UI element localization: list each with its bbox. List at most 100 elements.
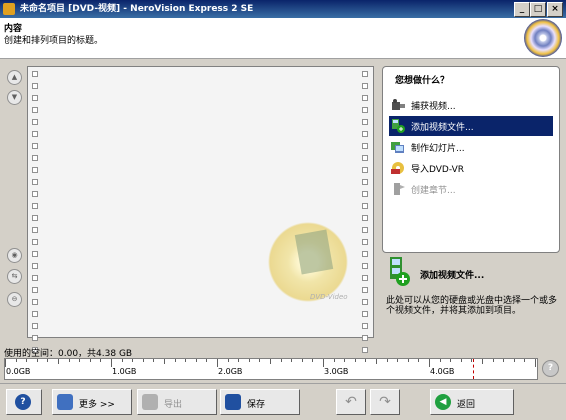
ruler-tick: [471, 359, 472, 362]
film-perforation-hole: [32, 107, 38, 113]
capacity-limit-marker: [473, 359, 474, 379]
export-icon: [142, 394, 158, 410]
ruler-tick: [238, 359, 239, 362]
ruler-tick: [26, 359, 27, 362]
ruler-tick: [514, 359, 515, 362]
redo-button[interactable]: ↷: [370, 389, 400, 415]
film-perforation-hole: [362, 155, 368, 161]
minimize-button[interactable]: _: [514, 2, 530, 17]
ruler-label: 2.0GB: [218, 367, 243, 376]
maximize-button[interactable]: □: [530, 2, 546, 17]
film-perforation-hole: [32, 215, 38, 221]
film-perforation-hole: [362, 215, 368, 221]
ruler-tick: [90, 359, 91, 362]
film-perforation-hole: [32, 203, 38, 209]
ruler-tick: [302, 359, 303, 362]
action-label: 导入DVD-VR: [411, 165, 464, 175]
ruler-tick: [249, 359, 250, 362]
ruler-tick: [344, 359, 345, 362]
undo-button[interactable]: ↶: [336, 389, 366, 415]
ruler-tick: [323, 359, 324, 367]
title-bar: 未命名项目 [DVD-视频] - NeroVision Express 2 SE…: [0, 0, 566, 18]
film-perforation-hole: [32, 71, 38, 77]
ruler-tick: [228, 359, 229, 362]
film-perforation-hole: [32, 167, 38, 173]
ruler-tick: [122, 359, 123, 362]
action-capture-video[interactable]: 捕获视频...: [389, 95, 553, 115]
ruler-tick: [217, 359, 218, 367]
ruler-tick: [100, 359, 101, 362]
action-import-dvd-vr[interactable]: 导入DVD-VR: [389, 158, 553, 178]
ruler-tick: [164, 359, 165, 364]
delete-icon[interactable]: ⊖: [7, 292, 22, 307]
film-perforation-hole: [32, 179, 38, 185]
ruler-tick: [493, 359, 494, 362]
ruler-tick: [334, 359, 335, 362]
ruler-tick: [503, 359, 504, 362]
action-label: 创建章节...: [411, 186, 456, 196]
film-perforation-hole: [32, 155, 38, 161]
film-perforation-left: [32, 71, 38, 383]
film-perforation-hole: [362, 143, 368, 149]
more-button[interactable]: 更多 >>: [52, 389, 132, 415]
move-up-icon[interactable]: ▲: [7, 70, 22, 85]
ruler-tick: [175, 359, 176, 362]
film-perforation-hole: [362, 263, 368, 269]
film-perforation-hole: [32, 119, 38, 125]
film-perforation-hole: [362, 203, 368, 209]
ruler-tick: [450, 359, 451, 362]
back-button[interactable]: ◀ 返回: [430, 389, 514, 415]
action-create-chapter[interactable]: 创建章节...: [389, 179, 553, 199]
film-perforation-hole: [362, 335, 368, 341]
ruler-tick: [58, 359, 59, 364]
ruler-tick: [153, 359, 154, 362]
film-perforation-hole: [362, 323, 368, 329]
more-options-icon: [57, 394, 73, 410]
play-icon[interactable]: ◉: [7, 248, 22, 263]
ruler-tick: [365, 359, 366, 362]
chapter-icon: [391, 182, 406, 196]
undo-icon: ↶: [345, 394, 357, 410]
save-disk-icon: [225, 394, 241, 410]
redo-icon: ↷: [379, 394, 391, 410]
film-perforation-hole: [362, 299, 368, 305]
app-icon: [3, 3, 15, 15]
page-subtitle: 创建和排列项目的标题。: [4, 36, 104, 46]
ruler-tick: [291, 359, 292, 362]
film-perforation-hole: [362, 275, 368, 281]
film-perforation-hole: [362, 347, 368, 353]
film-perforation-hole: [362, 71, 368, 77]
action-add-video-file[interactable]: 添加视频文件...: [389, 116, 553, 136]
title-list-panel[interactable]: DVD-Video: [27, 66, 374, 377]
ruler-tick: [47, 359, 48, 362]
logo-watermark-text: DVD-Video: [310, 293, 348, 301]
film-perforation-hole: [362, 191, 368, 197]
ruler-tick: [69, 359, 70, 362]
ruler-tick: [461, 359, 462, 362]
ruler-tick: [408, 359, 409, 362]
slideshow-icon: [391, 140, 406, 154]
film-perforation-hole: [362, 167, 368, 173]
close-button[interactable]: ×: [547, 2, 563, 17]
ruler-tick: [397, 359, 398, 362]
help-icon[interactable]: ?: [542, 360, 559, 377]
capture-video-icon: [391, 98, 406, 112]
film-perforation-hole: [362, 131, 368, 137]
move-down-icon[interactable]: ▼: [7, 90, 22, 105]
ruler-tick: [185, 359, 186, 362]
save-button[interactable]: 保存: [220, 389, 300, 415]
action-label: 捕获视频...: [411, 102, 456, 112]
ruler-tick: [132, 359, 133, 362]
action-make-slideshow[interactable]: 制作幻灯片...: [389, 137, 553, 157]
action-label: 制作幻灯片...: [411, 144, 465, 154]
bottom-toolbar: ? 更多 >> 导出 保存 ↶ ↷ ◀ 返回: [0, 383, 566, 420]
help-button[interactable]: ?: [6, 389, 42, 415]
import-dvd-vr-icon: [391, 161, 406, 175]
ruler-label: 4.0GB: [430, 367, 455, 376]
film-perforation-hole: [32, 287, 38, 293]
split-icon[interactable]: ⇆: [7, 269, 22, 284]
ruler-label: 3.0GB: [324, 367, 349, 376]
film-perforation-hole: [32, 311, 38, 317]
ruler-tick: [387, 359, 388, 362]
export-button[interactable]: 导出: [137, 389, 217, 415]
